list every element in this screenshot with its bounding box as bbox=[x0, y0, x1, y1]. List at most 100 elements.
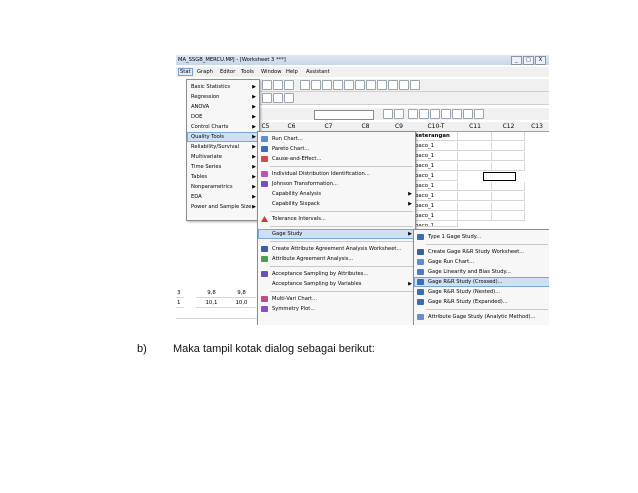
table-cell[interactable] bbox=[492, 212, 525, 221]
table-cell[interactable]: 10,0 bbox=[226, 299, 256, 308]
menu-item-anova[interactable]: ANOVA ▶ bbox=[187, 102, 259, 112]
menu-item-tolerance-intervals[interactable]: Tolerance Intervals... bbox=[258, 214, 415, 224]
menu-item-type1-gage-study[interactable]: Type 1 Gage Study... bbox=[414, 232, 549, 242]
minimize-button[interactable]: _ bbox=[511, 56, 522, 65]
table-cell[interactable] bbox=[492, 182, 525, 191]
table-cell[interactable] bbox=[492, 162, 525, 171]
menu-item-attribute-gage-study[interactable]: Attribute Gage Study (Analytic Method)..… bbox=[414, 312, 549, 322]
tool-icon-5[interactable] bbox=[355, 80, 365, 90]
table-cell[interactable]: 9,8 bbox=[196, 289, 226, 298]
table-cell[interactable] bbox=[492, 132, 525, 141]
table-cell[interactable]: baco_1 bbox=[414, 162, 458, 171]
menu-item-pareto-chart[interactable]: Pareto Chart... bbox=[258, 144, 415, 154]
navigate-icon-2[interactable] bbox=[273, 93, 283, 103]
menu-item-basic-statistics[interactable]: Basic Statistics ▶ bbox=[187, 82, 259, 92]
menu-item-gage-study[interactable]: Gage Study ▶ bbox=[258, 229, 415, 239]
table-cell[interactable]: baco_1 bbox=[414, 172, 458, 181]
tool-icon-4[interactable] bbox=[344, 80, 354, 90]
menu-item-reliability-survival[interactable]: Reliability/Survival ▶ bbox=[187, 142, 259, 152]
menu-assistant[interactable]: Assistant bbox=[306, 69, 330, 75]
table-cell[interactable] bbox=[458, 132, 492, 141]
menu-item-create-gage-worksheet[interactable]: Create Gage R&R Study Worksheet... bbox=[414, 247, 549, 257]
menu-item-symmetry-plot[interactable]: Symmetry Plot... bbox=[258, 304, 415, 314]
table-cell[interactable] bbox=[458, 182, 492, 191]
menu-item-acceptance-sampling-variables[interactable]: Acceptance Sampling by Variables ▶ bbox=[258, 279, 415, 289]
menu-item-capability-sixpack[interactable]: Capability Sixpack ▶ bbox=[258, 199, 415, 209]
menu-item-quality-tools[interactable]: Quality Tools ▶ bbox=[187, 132, 259, 142]
menu-item-gage-rr-nested[interactable]: Gage R&R Study (Nested)... bbox=[414, 287, 549, 297]
line-tool-icon[interactable] bbox=[452, 109, 462, 119]
menu-item-nonparametrics[interactable]: Nonparametrics ▶ bbox=[187, 182, 259, 192]
tool-icon-10[interactable] bbox=[410, 80, 420, 90]
table-cell[interactable] bbox=[458, 162, 492, 171]
menu-item-regression[interactable]: Regression ▶ bbox=[187, 92, 259, 102]
tool-icon-7[interactable] bbox=[377, 80, 387, 90]
menu-help[interactable]: Help bbox=[286, 69, 298, 75]
menu-item-capability-analysis[interactable]: Capability Analysis ▶ bbox=[258, 189, 415, 199]
menu-item-tables[interactable]: Tables ▶ bbox=[187, 172, 259, 182]
menu-item-multivariate[interactable]: Multivariate ▶ bbox=[187, 152, 259, 162]
cross-icon[interactable] bbox=[383, 109, 393, 119]
tool-icon-8[interactable] bbox=[388, 80, 398, 90]
table-cell[interactable]: baco_1 bbox=[414, 192, 458, 201]
menu-item-doe[interactable]: DOE ▶ bbox=[187, 112, 259, 122]
table-cell[interactable] bbox=[492, 152, 525, 161]
table-cell[interactable]: baco_1 bbox=[414, 202, 458, 211]
menu-editor[interactable]: Editor bbox=[220, 69, 235, 75]
tool-icon-3[interactable] bbox=[322, 80, 332, 90]
edit-icon[interactable] bbox=[273, 80, 283, 90]
menu-graph[interactable]: Graph bbox=[197, 69, 213, 75]
menu-item-eda[interactable]: EDA ▶ bbox=[187, 192, 259, 202]
table-cell[interactable] bbox=[492, 202, 525, 211]
table-cell[interactable]: 10,1 bbox=[196, 299, 226, 308]
menu-item-gage-rr-crossed[interactable]: Gage R&R Study (Crossed)... bbox=[414, 277, 549, 287]
table-cell[interactable] bbox=[458, 152, 492, 161]
zoom-icon[interactable] bbox=[394, 109, 404, 119]
table-cell[interactable] bbox=[492, 142, 525, 151]
menu-item-time-series[interactable]: Time Series ▶ bbox=[187, 162, 259, 172]
menu-stat[interactable]: Stat bbox=[178, 68, 193, 76]
table-cell[interactable]: baco_1 bbox=[414, 152, 458, 161]
row-number[interactable]: 1 bbox=[176, 299, 184, 308]
menu-item-gage-rr-expanded[interactable]: Gage R&R Study (Expanded)... bbox=[414, 297, 549, 307]
table-cell[interactable] bbox=[458, 202, 492, 211]
table-cell[interactable]: baco_1 bbox=[414, 182, 458, 191]
table-cell[interactable] bbox=[492, 192, 525, 201]
column-header-c13[interactable]: C13 bbox=[525, 122, 549, 132]
maximize-button[interactable]: □ bbox=[523, 56, 534, 65]
menu-item-run-chart[interactable]: Run Chart... bbox=[258, 134, 415, 144]
tool-icon-6[interactable] bbox=[366, 80, 376, 90]
tool-icon-9[interactable] bbox=[399, 80, 409, 90]
text-tool-icon[interactable] bbox=[419, 109, 429, 119]
column-header-c11[interactable]: C11 bbox=[458, 122, 493, 132]
table-cell[interactable]: 9,8 bbox=[226, 289, 256, 298]
selected-cell[interactable] bbox=[483, 172, 516, 181]
table-cell[interactable]: baco_1 bbox=[414, 222, 458, 227]
menu-item-multi-vari-chart[interactable]: Multi-Vari Chart... bbox=[258, 294, 415, 304]
tool-icon-2[interactable] bbox=[311, 80, 321, 90]
graph-icon[interactable] bbox=[284, 80, 294, 90]
pointer-icon[interactable] bbox=[408, 109, 418, 119]
font-combo[interactable] bbox=[314, 110, 374, 120]
menu-item-distribution-identification[interactable]: Individual Distribution Identification..… bbox=[258, 169, 415, 179]
column-header-c10[interactable]: C10-T bbox=[414, 122, 459, 132]
menu-item-gage-run-chart[interactable]: Gage Run Chart... bbox=[414, 257, 549, 267]
table-cell[interactable] bbox=[458, 212, 492, 221]
table-cell[interactable] bbox=[458, 142, 492, 151]
cancel-icon[interactable] bbox=[262, 80, 272, 90]
menu-item-attribute-agreement-analysis[interactable]: Attribute Agreement Analysis... bbox=[258, 254, 415, 264]
table-cell[interactable] bbox=[458, 192, 492, 201]
table-cell[interactable]: baco_1 bbox=[414, 212, 458, 221]
rectangle-tool-icon[interactable] bbox=[430, 109, 440, 119]
menu-item-control-charts[interactable]: Control Charts ▶ bbox=[187, 122, 259, 132]
navigate-icon[interactable] bbox=[262, 93, 272, 103]
menu-item-johnson-transformation[interactable]: Johnson Transformation... bbox=[258, 179, 415, 189]
close-button[interactable]: X bbox=[535, 56, 546, 65]
menu-item-create-attribute-agreement-worksheet[interactable]: Create Attribute Agreement Analysis Work… bbox=[258, 244, 415, 254]
menu-item-gage-linearity-bias[interactable]: Gage Linearity and Bias Study... bbox=[414, 267, 549, 277]
ellipse-tool-icon[interactable] bbox=[441, 109, 451, 119]
menu-item-cause-effect[interactable]: Cause-and-Effect... bbox=[258, 154, 415, 164]
menu-window[interactable]: Window bbox=[261, 69, 281, 75]
column-header-c12[interactable]: C12 bbox=[492, 122, 526, 132]
column-name-c10[interactable]: keterangan bbox=[414, 132, 458, 141]
